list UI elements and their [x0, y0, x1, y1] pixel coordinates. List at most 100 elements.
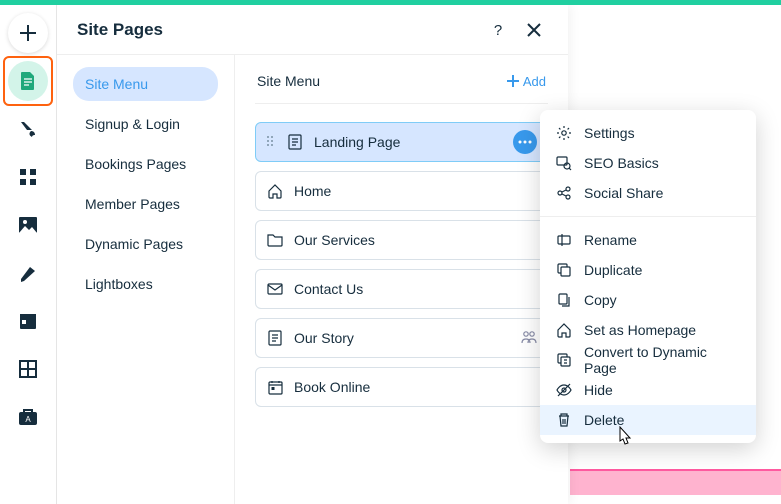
menu-item-convert-dynamic[interactable]: Convert to Dynamic Page: [540, 345, 756, 375]
site-pages-panel: Site Pages ? Site Menu Signup & Login Bo…: [56, 5, 568, 504]
tools-button[interactable]: [8, 253, 48, 293]
page-row-book-online[interactable]: Book Online: [255, 367, 548, 407]
page-row-contact-us[interactable]: Contact Us: [255, 269, 548, 309]
app-topbar: [0, 0, 781, 5]
seo-icon: [556, 155, 572, 171]
calendar-icon: [266, 378, 284, 396]
menu-item-set-homepage[interactable]: Set as Homepage: [540, 315, 756, 345]
members-icon: [521, 330, 537, 346]
menu-item-rename[interactable]: Rename: [540, 225, 756, 255]
svg-text:A: A: [25, 415, 31, 424]
section-title: Site Menu: [257, 73, 507, 89]
page-label: Contact Us: [294, 281, 537, 297]
share-icon: [556, 185, 572, 201]
menu-item-label: Rename: [584, 232, 637, 248]
menu-item-label: SEO Basics: [584, 155, 659, 171]
store-rail-button[interactable]: A: [8, 397, 48, 437]
menu-item-settings[interactable]: Settings: [540, 118, 756, 148]
help-icon: ?: [490, 22, 506, 38]
plus-icon: [507, 75, 519, 87]
menu-item-social-share[interactable]: Social Share: [540, 178, 756, 208]
sidebar-item-label: Lightboxes: [85, 276, 153, 292]
bookings-rail-button[interactable]: [8, 301, 48, 341]
page-icon: [266, 329, 284, 347]
briefcase-icon: A: [19, 409, 37, 425]
help-button[interactable]: ?: [484, 16, 512, 44]
menu-item-duplicate[interactable]: Duplicate: [540, 255, 756, 285]
sidebar-item-label: Dynamic Pages: [85, 236, 183, 252]
add-page-button[interactable]: Add: [507, 74, 546, 89]
sidebar-item-site-menu[interactable]: Site Menu: [73, 67, 218, 101]
trash-icon: [556, 412, 572, 428]
design-button[interactable]: [8, 109, 48, 149]
page-row-home[interactable]: Home: [255, 171, 548, 211]
drag-handle-icon[interactable]: [266, 134, 276, 150]
close-icon: [527, 23, 541, 37]
rename-icon: [556, 232, 572, 248]
menu-item-seo-basics[interactable]: SEO Basics: [540, 148, 756, 178]
layout-icon: [19, 360, 37, 378]
sidebar-item-lightboxes[interactable]: Lightboxes: [73, 267, 218, 301]
page-list-column: Site Menu Add Landing Page Home: [235, 55, 568, 504]
page-row-our-story[interactable]: Our Story: [255, 318, 548, 358]
layout-rail-button[interactable]: [8, 349, 48, 389]
menu-item-hide[interactable]: Hide: [540, 375, 756, 405]
folder-icon: [266, 231, 284, 249]
design-icon: [18, 119, 38, 139]
page-list-header: Site Menu Add: [255, 69, 548, 104]
sidebar-item-label: Signup & Login: [85, 116, 180, 132]
menu-item-label: Duplicate: [584, 262, 642, 278]
page-list: Landing Page Home Our Services Contact U…: [255, 122, 548, 407]
apps-button[interactable]: [8, 157, 48, 197]
close-button[interactable]: [520, 16, 548, 44]
pen-icon: [19, 264, 37, 282]
page-label: Book Online: [294, 379, 537, 395]
grid-icon: [19, 168, 37, 186]
page-label: Our Services: [294, 232, 537, 248]
hide-icon: [556, 382, 572, 398]
panel-header: Site Pages ?: [57, 5, 568, 55]
pages-button[interactable]: [8, 61, 48, 101]
page-label: Landing Page: [314, 134, 503, 150]
duplicate-icon: [556, 262, 572, 278]
svg-text:?: ?: [494, 22, 502, 38]
page-categories: Site Menu Signup & Login Bookings Pages …: [57, 55, 235, 504]
dynamic-icon: [556, 352, 572, 368]
page-row-our-services[interactable]: Our Services: [255, 220, 548, 260]
calendar-icon: [19, 312, 37, 330]
page-context-menu: Settings SEO Basics Social Share Rename …: [540, 110, 756, 443]
gear-icon: [556, 125, 572, 141]
sidebar-item-label: Site Menu: [85, 76, 148, 92]
page-actions-button[interactable]: [513, 130, 537, 154]
image-icon: [19, 217, 37, 233]
sidebar-item-dynamic-pages[interactable]: Dynamic Pages: [73, 227, 218, 261]
sidebar-item-signup-login[interactable]: Signup & Login: [73, 107, 218, 141]
page-label: Home: [294, 183, 537, 199]
page-row-landing-page[interactable]: Landing Page: [255, 122, 548, 162]
menu-item-label: Delete: [584, 412, 624, 428]
sidebar-item-label: Bookings Pages: [85, 156, 186, 172]
menu-item-label: Social Share: [584, 185, 663, 201]
add-page-label: Add: [523, 74, 546, 89]
home-icon: [556, 322, 572, 338]
menu-item-label: Settings: [584, 125, 635, 141]
sidebar-item-label: Member Pages: [85, 196, 180, 212]
pages-icon: [19, 71, 37, 91]
more-icon: [518, 140, 532, 144]
menu-item-copy[interactable]: Copy: [540, 285, 756, 315]
sidebar-item-member-pages[interactable]: Member Pages: [73, 187, 218, 221]
canvas-element: [570, 469, 781, 495]
add-element-button[interactable]: [8, 13, 48, 53]
menu-item-label: Copy: [584, 292, 617, 308]
media-button[interactable]: [8, 205, 48, 245]
sidebar-item-bookings-pages[interactable]: Bookings Pages: [73, 147, 218, 181]
editor-left-rail: A: [0, 5, 56, 504]
panel-title: Site Pages: [77, 20, 484, 40]
envelope-icon: [266, 280, 284, 298]
menu-item-delete[interactable]: Delete: [540, 405, 756, 435]
page-icon: [286, 133, 304, 151]
plus-icon: [19, 24, 37, 42]
menu-item-label: Set as Homepage: [584, 322, 696, 338]
menu-item-label: Convert to Dynamic Page: [584, 344, 740, 376]
copy-icon: [556, 292, 572, 308]
